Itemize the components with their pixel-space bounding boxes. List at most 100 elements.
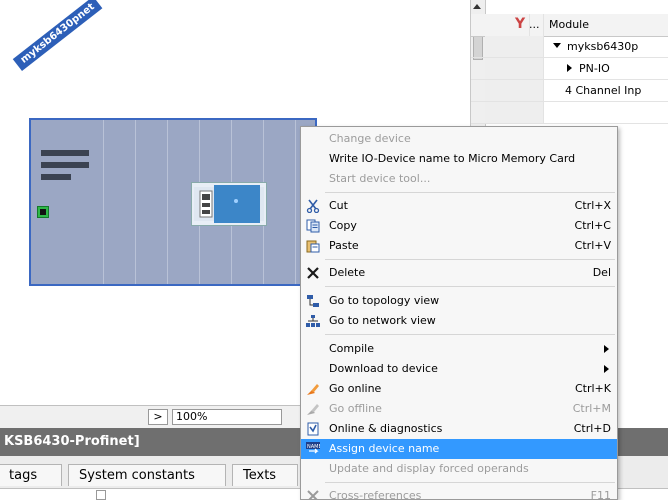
menu-item-label: Write IO-Device name to Micro Memory Car… (329, 152, 576, 165)
menu-separator (325, 482, 615, 483)
row-cell (529, 36, 544, 57)
splitter-handle[interactable] (96, 490, 106, 500)
menu-item-compile[interactable]: Compile (301, 339, 617, 359)
menu-item-go-online[interactable]: Go online Ctrl+K (301, 379, 617, 399)
menu-item-copy[interactable]: Copy Ctrl+C (301, 216, 617, 236)
menu-item-label: Go online (329, 382, 382, 395)
device-module-icon (194, 185, 264, 223)
menu-item-label: Change device (329, 132, 411, 145)
delete-icon (306, 266, 320, 280)
submenu-arrow-icon (604, 345, 609, 353)
go-offline-icon (306, 402, 320, 416)
menu-separator (325, 286, 615, 287)
copy-icon (306, 219, 320, 233)
menu-item-assign-device-name[interactable]: NAME Assign device name (301, 439, 617, 459)
status-led-bar (41, 150, 89, 156)
row-cell (485, 58, 516, 79)
menu-item-label: Update and display forced operands (329, 462, 529, 475)
expand-right-icon[interactable] (567, 64, 572, 72)
menu-item-label: Cut (329, 199, 348, 212)
device-name-label[interactable]: myksb6430pnet (12, 0, 103, 71)
diagnostics-icon (306, 422, 320, 436)
network-icon (306, 314, 320, 328)
table-header: Y ... Module (471, 14, 668, 37)
menu-separator (325, 334, 615, 335)
menu-item-label: Go to network view (329, 314, 436, 327)
status-led-bar (41, 162, 89, 168)
menu-separator (325, 192, 615, 193)
menu-item-shortcut: Ctrl+C (574, 219, 611, 232)
menu-item-cross-references[interactable]: Cross-references F11 (301, 486, 617, 499)
submenu-arrow-icon (604, 365, 609, 373)
menu-item-shortcut: Ctrl+D (573, 422, 611, 435)
menu-item-label: Copy (329, 219, 357, 232)
status-led-bar (41, 174, 71, 180)
menu-item-download-to-device[interactable]: Download to device (301, 359, 617, 379)
menu-item-delete[interactable]: Delete Del (301, 263, 617, 283)
table-row[interactable]: PN-IO (471, 58, 668, 80)
row-label: PN-IO (579, 62, 610, 75)
menu-item-label: Go to topology view (329, 294, 440, 307)
table-row[interactable]: 4 Channel Inp (471, 80, 668, 102)
menu-item-label: Go offline (329, 402, 382, 415)
menu-item-write-io-device-name[interactable]: Write IO-Device name to Micro Memory Car… (301, 149, 617, 169)
zoom-arrow-button[interactable]: > (148, 409, 168, 425)
properties-title: KSB6430-Profinet] (4, 434, 140, 449)
menu-item-shortcut: Ctrl+M (572, 402, 611, 415)
topology-icon (306, 294, 320, 308)
menu-item-start-device-tool[interactable]: Start device tool... (301, 169, 617, 189)
col-icon-header: Y (515, 14, 530, 36)
module-image[interactable] (191, 182, 267, 226)
menu-item-change-device[interactable]: Change device (301, 129, 617, 149)
row-cell (515, 102, 530, 123)
row-cell (515, 58, 530, 79)
col-module-header[interactable]: Module (545, 14, 668, 36)
row-cell (515, 36, 530, 57)
cross-ref-icon (306, 489, 320, 499)
scroll-up-icon[interactable] (473, 4, 481, 9)
row-label: myksb6430p (567, 40, 639, 53)
row-cell (529, 58, 544, 79)
menu-item-shortcut: Ctrl+X (574, 199, 611, 212)
row-label: 4 Channel Inp (565, 84, 642, 97)
device-rack[interactable] (29, 118, 317, 286)
expand-down-icon[interactable] (553, 43, 561, 48)
table-row[interactable]: myksb6430p (471, 36, 668, 58)
tab-texts[interactable]: Texts (232, 464, 298, 486)
svg-text:NAME: NAME (307, 444, 320, 450)
row-cell (485, 80, 516, 101)
menu-item-label: Assign device name (329, 442, 440, 455)
menu-item-topology-view[interactable]: Go to topology view (301, 291, 617, 311)
row-cell (485, 102, 516, 123)
context-menu[interactable]: Change device Write IO-Device name to Mi… (300, 126, 618, 500)
zoom-select[interactable]: 100% (172, 409, 282, 425)
row-cell (529, 80, 544, 101)
menu-item-go-offline[interactable]: Go offline Ctrl+M (301, 399, 617, 419)
menu-item-label: Online & diagnostics (329, 422, 443, 435)
menu-item-label: Paste (329, 239, 359, 252)
menu-item-shortcut: Del (592, 266, 611, 279)
menu-item-paste[interactable]: Paste Ctrl+V (301, 236, 617, 256)
menu-item-label: Delete (329, 266, 366, 279)
tab-tags[interactable]: tags (0, 464, 62, 486)
col-dots-header: ... (529, 14, 544, 36)
menu-item-label: Download to device (329, 362, 438, 375)
menu-item-update-forced-operands[interactable]: Update and display forced operands (301, 459, 617, 479)
tab-system-constants[interactable]: System constants (68, 464, 226, 486)
profinet-port-icon[interactable] (37, 206, 49, 218)
zoom-bar: > 100% (0, 405, 300, 428)
menu-item-label: Compile (329, 342, 374, 355)
slot-divider (295, 120, 296, 284)
row-cell (529, 102, 544, 123)
menu-item-network-view[interactable]: Go to network view (301, 311, 617, 331)
menu-separator (325, 259, 615, 260)
menu-item-shortcut: Ctrl+V (574, 239, 611, 252)
menu-item-online-diagnostics[interactable]: Online & diagnostics Ctrl+D (301, 419, 617, 439)
menu-item-label: Start device tool... (329, 172, 431, 185)
assign-name-icon: NAME (306, 442, 322, 456)
table-row[interactable] (471, 102, 668, 124)
row-cell (515, 80, 530, 101)
slot-divider (103, 120, 104, 284)
paste-icon (306, 239, 320, 253)
menu-item-cut[interactable]: Cut Ctrl+X (301, 196, 617, 216)
